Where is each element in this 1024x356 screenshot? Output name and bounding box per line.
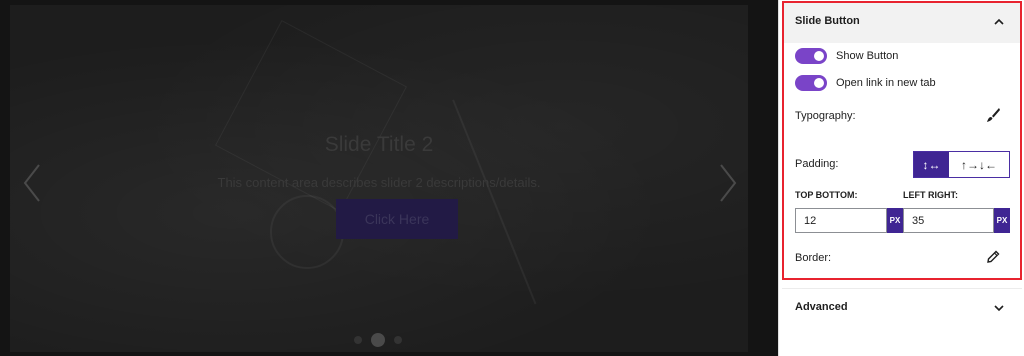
open-link-new-tab-toggle[interactable] (795, 75, 827, 91)
slide-description: This content area describes slider 2 des… (217, 175, 541, 190)
background-decoration (270, 195, 344, 269)
chevron-up-icon[interactable] (993, 16, 1005, 28)
slider-pagination (354, 333, 402, 347)
pencil-icon[interactable] (986, 250, 1000, 264)
section-title: Slide Button (795, 15, 860, 27)
paintbrush-icon[interactable] (985, 107, 1001, 123)
padding-label: Padding: (795, 158, 839, 170)
pagination-dot[interactable] (394, 336, 402, 344)
chevron-down-icon[interactable] (993, 302, 1005, 314)
chevron-left-icon[interactable] (22, 163, 42, 203)
show-button-label: Show Button (836, 50, 899, 62)
top-bottom-label: TOP BOTTOM: (795, 190, 858, 200)
left-right-label: LEFT RIGHT: (903, 190, 958, 200)
typography-label: Typography: (795, 110, 856, 122)
padding-mode-toggle: ↕↔ ↑→↓← (913, 151, 1010, 178)
slider-preview[interactable]: Slide Title 2 This content area describe… (10, 5, 748, 352)
section-divider (782, 288, 1022, 289)
editor-canvas: Slide Title 2 This content area describe… (0, 0, 778, 356)
highlight-box (782, 1, 1022, 280)
slide-title: Slide Title 2 (324, 133, 434, 156)
slide-click-button[interactable]: Click Here (336, 199, 458, 239)
open-link-label: Open link in new tab (836, 77, 936, 89)
padding-individual-mode[interactable]: ↑→↓← (949, 152, 1009, 177)
border-label: Border: (795, 252, 832, 264)
advanced-section-title[interactable]: Advanced (795, 301, 848, 313)
left-right-input[interactable]: 35 (903, 208, 994, 233)
show-button-toggle[interactable] (795, 48, 827, 64)
padding-linked-mode[interactable]: ↕↔ (914, 152, 949, 177)
unit-selector[interactable]: PX (887, 208, 903, 233)
chevron-right-icon[interactable] (718, 163, 738, 203)
pagination-dot-active[interactable] (371, 333, 385, 347)
top-bottom-input[interactable]: 12 (795, 208, 887, 233)
unit-selector[interactable]: PX (994, 208, 1010, 233)
pagination-dot[interactable] (354, 336, 362, 344)
